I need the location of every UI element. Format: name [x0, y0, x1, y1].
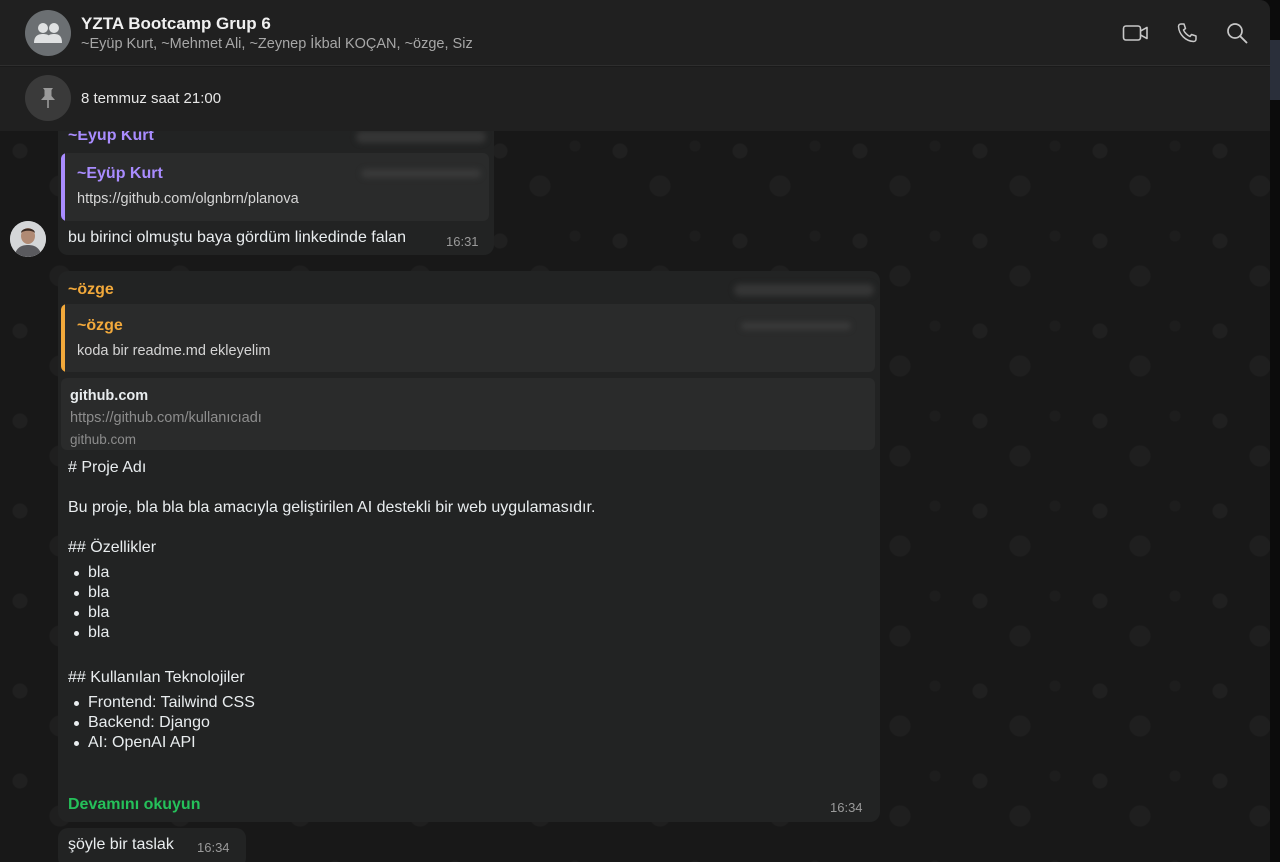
list-item: bla: [68, 583, 109, 603]
phone-icon: [1177, 23, 1197, 43]
link-title: github.com: [70, 388, 149, 404]
list-item: AI: OpenAI API: [68, 733, 255, 753]
read-more-link[interactable]: Devamını okuyun: [68, 796, 200, 814]
sender-avatar[interactable]: [10, 221, 46, 257]
chat-window: YZTA Bootcamp Grup 6 ~Eyüp Kurt, ~Mehmet…: [0, 0, 1270, 862]
message-list[interactable]: ~Eyüp Kurt ~Eyüp Kurt https://github.com…: [0, 131, 1270, 862]
message-bubble[interactable]: ~özge ~özge koda bir readme.md ekleyelim…: [58, 271, 880, 822]
message-sender[interactable]: ~özge: [68, 281, 114, 299]
list-item: bla: [68, 603, 109, 623]
redacted-phone: [361, 169, 481, 178]
md-heading-1: # Proje Adı: [68, 459, 147, 476]
message-text: bu birinci olmuştu baya gördüm linkedind…: [68, 229, 406, 246]
quoted-sender: ~özge: [77, 317, 123, 334]
list-item: Backend: Django: [68, 713, 255, 733]
md-heading-2: ## Kullanılan Teknolojiler: [68, 669, 245, 686]
quoted-text: https://github.com/olgnbrn/planova: [77, 191, 299, 207]
message-bubble[interactable]: şöyle bir taslak 16:34: [58, 828, 246, 862]
message-sender[interactable]: ~Eyüp Kurt: [68, 131, 154, 145]
quoted-message[interactable]: ~Eyüp Kurt https://github.com/olgnbrn/pl…: [61, 153, 489, 221]
scrollbar-thumb[interactable]: [1270, 40, 1280, 100]
search-icon: [1227, 23, 1248, 44]
quote-bar: [61, 304, 65, 372]
message-text: şöyle bir taslak: [68, 836, 174, 853]
video-call-button[interactable]: [1121, 20, 1149, 46]
person-photo-icon: [10, 221, 46, 257]
quoted-sender: ~Eyüp Kurt: [77, 165, 163, 182]
list-item: bla: [68, 623, 109, 643]
quoted-text: koda bir readme.md ekleyelim: [77, 343, 271, 359]
search-button[interactable]: [1223, 20, 1251, 46]
features-list: bla bla bla bla: [68, 563, 109, 643]
quote-bar: [61, 153, 65, 221]
message-bubble[interactable]: ~Eyüp Kurt ~Eyüp Kurt https://github.com…: [58, 131, 494, 255]
md-heading-2: ## Özellikler: [68, 539, 157, 556]
md-paragraph: Bu proje, bla bla bla amacıyla geliştiri…: [68, 499, 596, 516]
message-time: 16:34: [197, 840, 230, 855]
chat-members[interactable]: ~Eyüp Kurt, ~Mehmet Ali, ~Zeynep İkbal K…: [81, 36, 473, 52]
link-domain: github.com: [70, 432, 137, 447]
pinned-message-text: 8 temmuz saat 21:00: [81, 90, 222, 107]
redacted-phone: [356, 131, 486, 143]
redacted-phone: [734, 284, 874, 296]
pin-icon: [41, 88, 55, 108]
window-edge: [1270, 0, 1280, 862]
list-item: bla: [68, 563, 109, 583]
message-time: 16:31: [446, 234, 479, 249]
quoted-message[interactable]: ~özge koda bir readme.md ekleyelim: [61, 304, 875, 372]
link-preview[interactable]: github.com https://github.com/kullanıcıa…: [61, 378, 875, 450]
link-url: https://github.com/kullanıcıadı: [70, 410, 262, 426]
redacted-phone: [741, 322, 851, 330]
list-item: Frontend: Tailwind CSS: [68, 693, 255, 713]
pinned-message-bar[interactable]: 8 temmuz saat 21:00: [0, 67, 1270, 131]
message-time: 16:34: [830, 800, 863, 815]
video-call-icon: [1122, 25, 1148, 41]
voice-call-button[interactable]: [1173, 20, 1201, 46]
chat-header: YZTA Bootcamp Grup 6 ~Eyüp Kurt, ~Mehmet…: [0, 0, 1270, 66]
tech-list: Frontend: Tailwind CSS Backend: Django A…: [68, 693, 255, 753]
group-avatar[interactable]: [25, 10, 71, 56]
pin-badge: [25, 75, 71, 121]
group-avatar-icon: [34, 23, 62, 43]
chat-title[interactable]: YZTA Bootcamp Grup 6: [81, 14, 271, 34]
